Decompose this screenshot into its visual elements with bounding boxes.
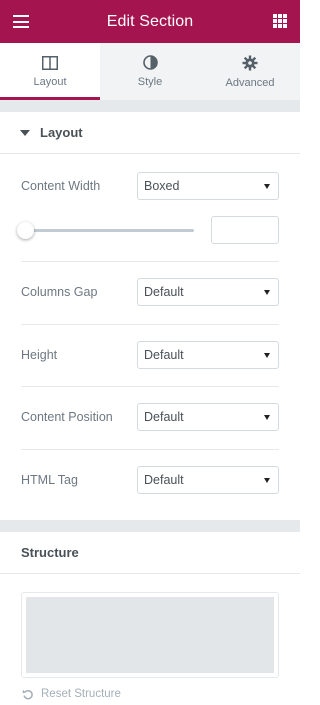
html-tag-control: HTML Tag Default [0,466,300,494]
dropdown-arrow-icon [264,290,270,295]
height-control: Height Default [0,341,300,369]
columns-gap-select[interactable]: Default [137,278,279,306]
dropdown-arrow-icon [264,478,270,483]
tab-layout[interactable]: Layout [0,43,100,100]
section-separator [0,520,300,532]
tab-style-label: Style [137,76,163,88]
height-label: Height [21,348,58,362]
tab-style[interactable]: Style [100,43,200,100]
panel-header: Edit Section [0,0,300,43]
content-width-value: Boxed [144,179,180,193]
content-width-slider[interactable] [17,222,194,239]
tab-layout-label: Layout [33,75,67,88]
half-circle-icon [142,55,158,70]
content-position-select[interactable]: Default [137,403,279,431]
content-position-value: Default [144,410,184,424]
columns-gap-value: Default [144,285,184,299]
structure-section-header: Structure [0,532,300,574]
html-tag-label: HTML Tag [21,473,78,487]
dropdown-arrow-icon [264,353,270,358]
structure-section-title: Structure [21,545,79,560]
divider [21,324,279,325]
caret-down-icon [20,129,30,136]
tab-advanced-label: Advanced [225,76,275,89]
undo-icon [22,689,33,700]
content-width-label: Content Width [21,179,101,193]
section-separator [0,100,300,112]
layout-section-toggle[interactable]: Layout [0,112,300,154]
content-width-select[interactable]: Boxed [137,172,279,200]
gear-icon [242,55,258,70]
tab-advanced[interactable]: Advanced [200,43,300,100]
content-width-control: Content Width Boxed [0,172,300,200]
dropdown-arrow-icon [264,415,270,420]
content-width-input[interactable] [211,216,279,244]
panel-tabs: Layout Style Advanced [0,43,300,100]
columns-gap-control: Columns Gap Default [0,278,300,306]
panel-title: Edit Section [106,12,194,30]
slider-handle[interactable] [17,222,34,239]
divider [21,261,279,262]
structure-preview[interactable] [21,592,279,678]
content-position-label: Content Position [21,410,113,424]
hamburger-icon[interactable] [13,15,29,28]
html-tag-value: Default [144,473,184,487]
height-select[interactable]: Default [137,341,279,369]
html-tag-select[interactable]: Default [137,466,279,494]
content-position-control: Content Position Default [0,403,300,431]
reset-structure-button[interactable]: Reset Structure [22,686,121,702]
dropdown-arrow-icon [264,184,270,189]
structure-preview-column [26,597,274,673]
columns-icon [42,55,58,70]
divider [21,386,279,387]
layout-section-title: Layout [40,125,83,140]
divider [21,449,279,450]
reset-structure-label: Reset Structure [41,688,121,700]
grid-icon[interactable] [273,14,287,28]
height-value: Default [144,348,184,362]
columns-gap-label: Columns Gap [21,285,98,299]
